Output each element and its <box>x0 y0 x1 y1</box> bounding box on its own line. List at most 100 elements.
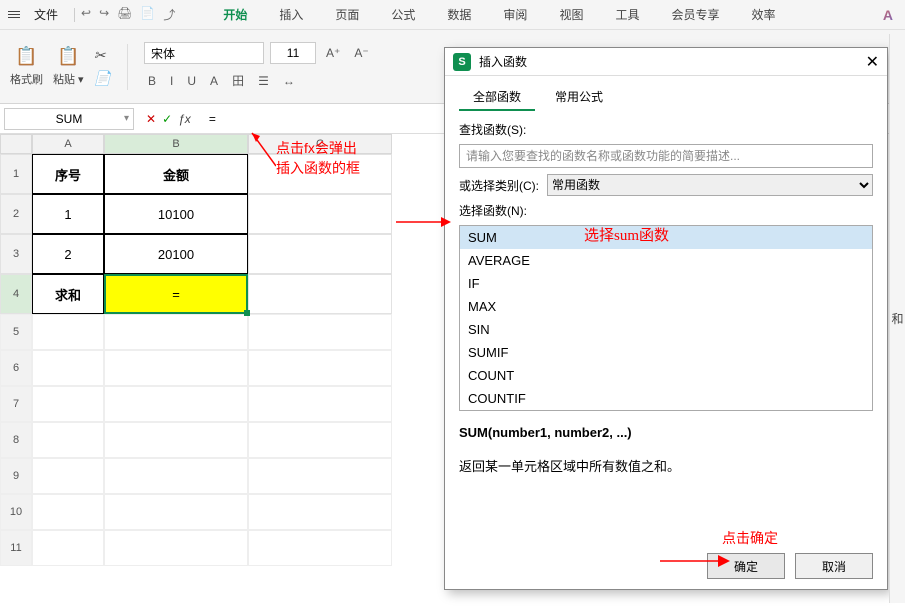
paste-label[interactable]: 粘贴 ▾ <box>53 71 84 87</box>
file-menu[interactable]: 文件 <box>24 4 68 25</box>
cell-a5[interactable] <box>32 314 104 350</box>
bold-button[interactable]: B <box>144 72 160 90</box>
cell-a9[interactable] <box>32 458 104 494</box>
cell-b9[interactable] <box>104 458 248 494</box>
dialog-titlebar[interactable]: S 插入函数 ✕ <box>445 48 887 76</box>
row-header-5[interactable]: 5 <box>0 314 32 350</box>
col-header-a[interactable]: A <box>32 134 104 154</box>
dialog-tab-common[interactable]: 常用公式 <box>541 84 617 111</box>
function-item-sumif[interactable]: SUMIF <box>460 341 872 364</box>
tab-review[interactable]: 审阅 <box>487 2 543 27</box>
ok-button[interactable]: 确定 <box>707 553 785 579</box>
cell-c3[interactable] <box>248 234 392 274</box>
row-header-6[interactable]: 6 <box>0 350 32 386</box>
col-header-c[interactable]: C <box>248 134 392 154</box>
copy-icon[interactable]: 📄 <box>94 70 111 87</box>
name-box[interactable]: SUM <box>4 108 134 130</box>
hamburger-icon[interactable] <box>6 11 22 18</box>
cell-c11[interactable] <box>248 530 392 566</box>
tab-view[interactable]: 视图 <box>543 2 599 27</box>
cell-b1[interactable]: 金额 <box>104 154 248 194</box>
formula-input[interactable] <box>203 112 399 126</box>
cell-b2[interactable]: 10100 <box>104 194 248 234</box>
tab-data[interactable]: 数据 <box>431 2 487 27</box>
function-item-sum[interactable]: SUM <box>460 226 872 249</box>
row-header-4[interactable]: 4 <box>0 274 32 314</box>
function-list[interactable]: SUM AVERAGE IF MAX SIN SUMIF COUNT COUNT… <box>459 225 873 411</box>
font-family-dropdown[interactable]: 宋体 <box>144 42 264 64</box>
cell-b5[interactable] <box>104 314 248 350</box>
function-item-countif[interactable]: COUNTIF <box>460 387 872 410</box>
cell-c1[interactable] <box>248 154 392 194</box>
tab-tools[interactable]: 工具 <box>599 2 655 27</box>
row-header-10[interactable]: 10 <box>0 494 32 530</box>
cell-a7[interactable] <box>32 386 104 422</box>
cell-b6[interactable] <box>104 350 248 386</box>
cell-c5[interactable] <box>248 314 392 350</box>
align-button[interactable]: ☰ <box>254 72 273 90</box>
font-color-button[interactable]: A <box>206 72 222 90</box>
select-all-corner[interactable] <box>0 134 32 154</box>
cell-b8[interactable] <box>104 422 248 458</box>
cell-a6[interactable] <box>32 350 104 386</box>
cell-a2[interactable]: 1 <box>32 194 104 234</box>
tab-page[interactable]: 页面 <box>319 2 375 27</box>
cell-b4[interactable]: = <box>104 274 248 314</box>
paste-icon[interactable]: 📋 <box>57 46 79 67</box>
borders-button[interactable]: 田 <box>228 70 248 91</box>
row-header-11[interactable]: 11 <box>0 530 32 566</box>
row-header-1[interactable]: 1 <box>0 154 32 194</box>
cell-c4[interactable] <box>248 274 392 314</box>
format-painter-icon[interactable]: 📋 <box>15 46 37 67</box>
font-size-dropdown[interactable]: 11 <box>270 42 316 64</box>
function-item-max[interactable]: MAX <box>460 295 872 318</box>
cell-c7[interactable] <box>248 386 392 422</box>
cell-c8[interactable] <box>248 422 392 458</box>
cell-a11[interactable] <box>32 530 104 566</box>
cancel-formula-icon[interactable]: ✕ <box>146 112 156 126</box>
search-function-input[interactable] <box>459 144 873 168</box>
merge-button[interactable]: ↔ <box>279 72 299 90</box>
cell-b11[interactable] <box>104 530 248 566</box>
cell-a4[interactable]: 求和 <box>32 274 104 314</box>
undo-icon[interactable]: ↩ <box>81 6 91 23</box>
col-header-b[interactable]: B <box>104 134 248 154</box>
cell-a3[interactable]: 2 <box>32 234 104 274</box>
tab-member[interactable]: 会员专享 <box>655 2 735 27</box>
row-header-3[interactable]: 3 <box>0 234 32 274</box>
cancel-button[interactable]: 取消 <box>795 553 873 579</box>
cell-b3[interactable]: 20100 <box>104 234 248 274</box>
row-header-7[interactable]: 7 <box>0 386 32 422</box>
cell-c10[interactable] <box>248 494 392 530</box>
function-item-if[interactable]: IF <box>460 272 872 295</box>
redo-icon[interactable]: ↪ <box>99 6 109 23</box>
tab-formula[interactable]: 公式 <box>375 2 431 27</box>
italic-button[interactable]: I <box>166 72 177 90</box>
function-item-average[interactable]: AVERAGE <box>460 249 872 272</box>
dialog-tab-all[interactable]: 全部函数 <box>459 84 535 111</box>
row-header-9[interactable]: 9 <box>0 458 32 494</box>
cut-icon[interactable]: ✂ <box>94 47 111 64</box>
cell-c9[interactable] <box>248 458 392 494</box>
cell-b10[interactable] <box>104 494 248 530</box>
cell-c2[interactable] <box>248 194 392 234</box>
row-header-2[interactable]: 2 <box>0 194 32 234</box>
cell-a1[interactable]: 序号 <box>32 154 104 194</box>
print-icon[interactable]: 🖨 <box>117 6 132 23</box>
cell-a10[interactable] <box>32 494 104 530</box>
function-item-sin[interactable]: SIN <box>460 318 872 341</box>
fx-icon[interactable]: ƒx <box>178 112 191 126</box>
tab-start[interactable]: 开始 <box>207 2 263 27</box>
cell-c6[interactable] <box>248 350 392 386</box>
underline-button[interactable]: U <box>183 72 200 90</box>
cell-b7[interactable] <box>104 386 248 422</box>
decrease-font-icon[interactable]: A⁻ <box>350 44 372 62</box>
share-icon[interactable]: ⤴ <box>163 6 175 23</box>
tab-insert[interactable]: 插入 <box>263 2 319 27</box>
accept-formula-icon[interactable]: ✓ <box>162 112 172 126</box>
category-dropdown[interactable]: 常用函数 <box>547 174 873 196</box>
preview-icon[interactable]: 📄 <box>140 6 155 23</box>
cell-a8[interactable] <box>32 422 104 458</box>
increase-font-icon[interactable]: A⁺ <box>322 44 344 62</box>
close-icon[interactable]: ✕ <box>866 52 879 72</box>
